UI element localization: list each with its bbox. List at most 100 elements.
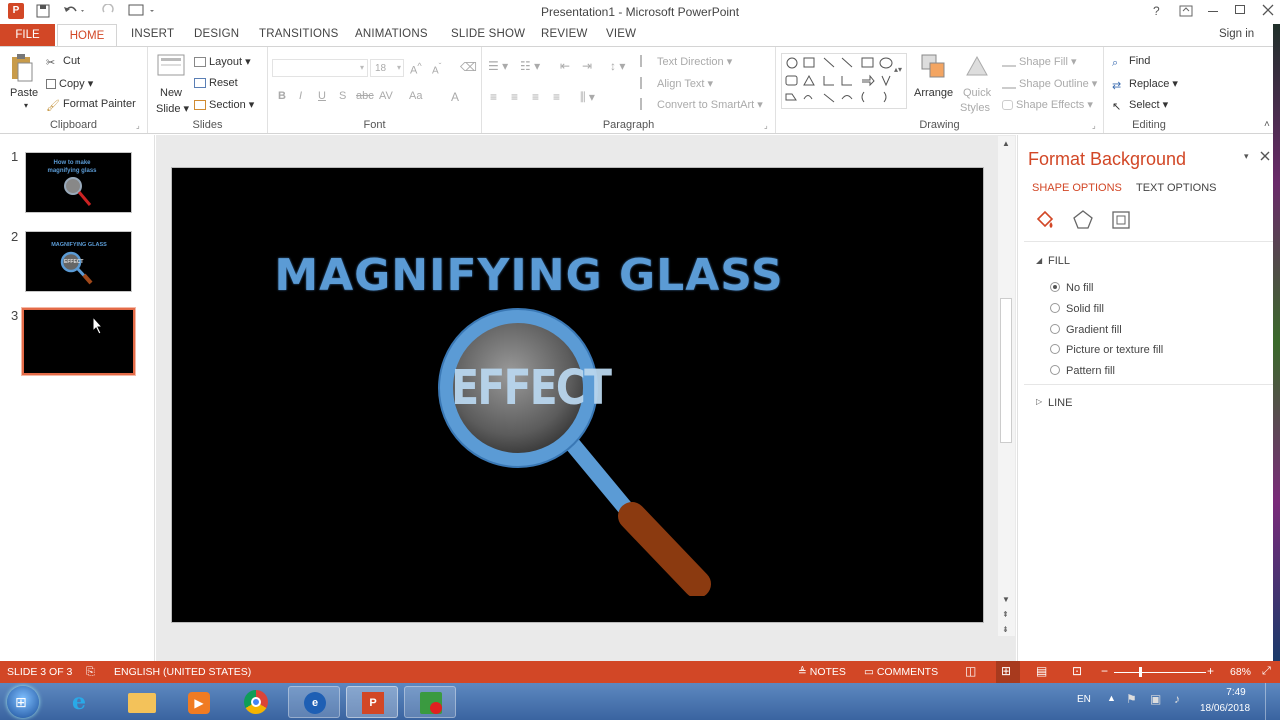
- quick-styles-line2[interactable]: Styles: [960, 102, 990, 114]
- shapes-gallery[interactable]: [781, 53, 907, 109]
- solid-fill-option[interactable]: Solid fill: [1050, 303, 1104, 315]
- paste-button[interactable]: Paste: [10, 87, 38, 99]
- picture-icon[interactable]: [1110, 209, 1132, 231]
- scrollbar-thumb[interactable]: [1000, 298, 1012, 443]
- columns-icon[interactable]: ⫼ ▾: [580, 90, 595, 105]
- volume-icon[interactable]: ♪: [1174, 692, 1180, 706]
- zoom-level[interactable]: 68%: [1230, 666, 1251, 678]
- scroll-up-icon[interactable]: ▲: [1002, 139, 1010, 148]
- tab-design[interactable]: DESIGN: [194, 28, 239, 40]
- layout-button[interactable]: Layout ▾: [194, 55, 251, 68]
- section-button[interactable]: Section ▾: [194, 98, 254, 111]
- shadow-button[interactable]: S: [339, 90, 346, 102]
- powerpoint-taskbar-button[interactable]: P: [346, 686, 398, 718]
- show-hidden-icons[interactable]: ▲: [1107, 693, 1116, 703]
- zoom-out-button[interactable]: −: [1101, 664, 1108, 678]
- arrange-icon[interactable]: [920, 53, 946, 79]
- align-text-button[interactable]: Align Text ▾: [640, 77, 713, 90]
- network-icon[interactable]: ▣: [1150, 692, 1161, 706]
- fill-line-icon[interactable]: [1034, 209, 1056, 231]
- normal-view-icon[interactable]: ◫: [965, 664, 976, 678]
- picture-fill-option[interactable]: Picture or texture fill: [1050, 344, 1163, 356]
- new-slide-button[interactable]: Slide ▾: [156, 102, 189, 115]
- bullets-icon[interactable]: ☰ ▾: [488, 59, 508, 73]
- tab-animations[interactable]: ANIMATIONS: [355, 28, 428, 40]
- explorer-taskbar-button[interactable]: [116, 686, 168, 718]
- find-button[interactable]: ⌕ Find: [1112, 55, 1150, 69]
- start-button[interactable]: ⊞: [7, 686, 39, 718]
- align-right-icon[interactable]: ≡: [532, 90, 539, 104]
- shrink-font-button[interactable]: Aˇ: [432, 61, 441, 76]
- tab-slide-show[interactable]: SLIDE SHOW: [451, 28, 525, 40]
- char-spacing-button[interactable]: AV: [379, 90, 393, 102]
- fill-section-header[interactable]: FILL: [1048, 255, 1070, 267]
- chrome-taskbar-button[interactable]: [230, 686, 282, 718]
- convert-smartart-button[interactable]: Convert to SmartArt ▾: [640, 98, 763, 111]
- text-direction-button[interactable]: Text Direction ▾: [640, 55, 732, 68]
- sign-in-link[interactable]: Sign in: [1219, 28, 1254, 40]
- slide-canvas[interactable]: MAGNIFYING GLASS EFFECT: [171, 167, 984, 623]
- grow-font-button[interactable]: A^: [410, 61, 422, 77]
- zoom-slider-track[interactable]: [1114, 672, 1206, 673]
- pane-close-icon[interactable]: [1260, 151, 1270, 161]
- fill-collapse-icon[interactable]: ◢: [1036, 256, 1042, 265]
- tab-insert[interactable]: INSERT: [131, 28, 174, 40]
- ribbon-display-icon[interactable]: [1179, 5, 1193, 17]
- paste-icon[interactable]: [10, 53, 34, 83]
- shapes-more-icon[interactable]: ▴▾: [894, 65, 902, 74]
- line-expand-icon[interactable]: ▷: [1036, 397, 1042, 406]
- next-slide-icon[interactable]: ⇟: [1002, 625, 1009, 634]
- show-desktop-button[interactable]: [1265, 683, 1280, 720]
- scroll-down-icon[interactable]: ▼: [1002, 595, 1010, 604]
- slide-thumbnail-1[interactable]: How to make magnifying glass: [25, 152, 132, 213]
- quick-styles-line1[interactable]: Quick: [963, 87, 991, 99]
- align-left-icon[interactable]: ≡: [490, 90, 497, 104]
- outlook-taskbar-button[interactable]: e: [288, 686, 340, 718]
- gradient-fill-option[interactable]: Gradient fill: [1050, 324, 1122, 336]
- new-slide-line1[interactable]: New: [160, 87, 182, 99]
- format-painter-button[interactable]: 🖌 Format Painter: [46, 98, 136, 112]
- previous-slide-icon[interactable]: ⇞: [1002, 610, 1009, 619]
- action-center-icon[interactable]: ⚑: [1126, 692, 1137, 706]
- clock-time[interactable]: 7:49: [1218, 687, 1254, 698]
- minimize-button[interactable]: [1208, 11, 1218, 12]
- spelling-icon[interactable]: ⎘: [86, 666, 95, 679]
- comments-button[interactable]: ▭ COMMENTS: [864, 666, 938, 678]
- replace-button[interactable]: ⇄ Replace ▾: [1112, 77, 1178, 92]
- arrange-button[interactable]: Arrange: [914, 87, 953, 99]
- tab-review[interactable]: REVIEW: [541, 28, 588, 40]
- close-icon[interactable]: [1262, 4, 1274, 16]
- copy-button[interactable]: Copy ▾: [46, 77, 93, 90]
- slideshow-view-icon[interactable]: ⊡: [1072, 664, 1082, 678]
- vertical-scrollbar[interactable]: ▲ ▼ ⇞ ⇟: [998, 136, 1015, 636]
- help-button[interactable]: ?: [1153, 4, 1160, 18]
- increase-indent-icon[interactable]: ⇥: [582, 59, 592, 73]
- text-options-tab[interactable]: TEXT OPTIONS: [1136, 182, 1216, 194]
- tab-view[interactable]: VIEW: [606, 28, 636, 40]
- slide-sorter-icon[interactable]: ⊞: [1001, 664, 1011, 678]
- quick-styles-icon[interactable]: [963, 53, 989, 79]
- clear-formatting-icon[interactable]: ⌫: [460, 60, 477, 74]
- media-player-taskbar-button[interactable]: ▶: [172, 686, 224, 718]
- align-center-icon[interactable]: ≡: [511, 90, 518, 104]
- line-spacing-icon[interactable]: ↕ ▾: [610, 59, 625, 73]
- shape-outline-button[interactable]: Shape Outline ▾: [1002, 77, 1097, 90]
- no-fill-option[interactable]: No fill: [1050, 282, 1094, 294]
- italic-button[interactable]: I: [299, 90, 302, 102]
- decrease-indent-icon[interactable]: ⇤: [560, 59, 570, 73]
- slide-thumbnail-2[interactable]: MAGNIFYING GLASS EFFECT: [25, 231, 132, 292]
- zoom-in-button[interactable]: +: [1207, 664, 1214, 678]
- reset-button[interactable]: Reset: [194, 77, 238, 89]
- ie-taskbar-button[interactable]: e: [58, 686, 110, 718]
- drawing-launcher-icon[interactable]: ⌟: [1092, 121, 1096, 130]
- magnifying-glass-graphic[interactable]: [432, 306, 722, 596]
- select-button[interactable]: ↖ Select ▾: [1112, 98, 1168, 113]
- strikethrough-button[interactable]: abc: [356, 90, 374, 102]
- reading-view-icon[interactable]: ▤: [1036, 664, 1047, 678]
- tab-home[interactable]: HOME: [57, 24, 117, 47]
- bold-button[interactable]: B: [278, 90, 286, 102]
- change-case-button[interactable]: Aa: [409, 90, 422, 102]
- restore-button[interactable]: [1235, 5, 1245, 14]
- new-slide-icon[interactable]: [157, 53, 185, 79]
- numbering-icon[interactable]: ☷ ▾: [520, 59, 540, 73]
